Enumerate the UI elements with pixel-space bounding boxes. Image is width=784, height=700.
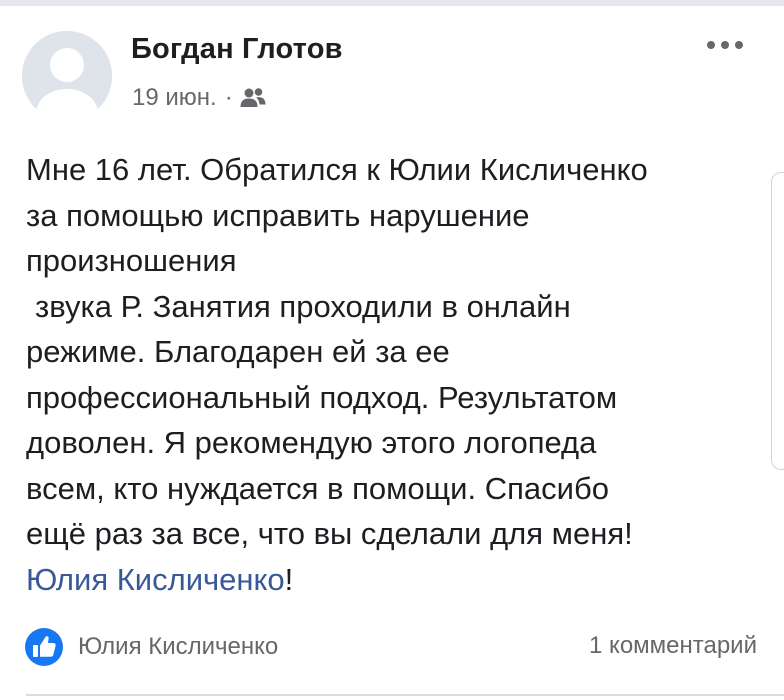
top-divider <box>0 0 784 6</box>
post-text-line: Мне 16 лет. Обратился к Юлии Кисличенко <box>26 152 648 187</box>
comments-count-link[interactable]: 1 комментарий <box>589 632 757 660</box>
bottom-divider <box>26 694 784 696</box>
post-text-line: ещё раз за все, что вы сделали для меня! <box>26 516 633 551</box>
post-text-last-line: Юлия Кисличенко! <box>26 557 762 603</box>
post-text-line: за помощью исправить нарушение <box>26 197 530 233</box>
default-avatar-icon <box>22 31 112 121</box>
reactions-summary[interactable]: Юлия Кисличенко <box>24 627 278 667</box>
side-scroll-handle[interactable] <box>771 172 784 470</box>
mention-suffix: ! <box>284 561 294 597</box>
post-text-line: звука Р. Занятия проходили в онлайн <box>35 288 571 324</box>
post-text-line: доволен. Я рекомендую этого логопеда <box>26 425 597 460</box>
post-date[interactable]: 19 июн. <box>132 84 217 112</box>
post-meta: 19 июн. · <box>132 84 267 112</box>
more-options-button[interactable] <box>700 30 750 60</box>
mention-link[interactable]: Юлия Кисличенко <box>26 562 285 597</box>
post-card: Богдан Глотов 19 июн. · Мне 16 лет. Обра… <box>0 0 784 700</box>
friends-icon <box>239 87 267 109</box>
post-text-line: режиме. Благодарен ей за ее <box>26 334 450 369</box>
post-text-line: профессиональный подход. Результатом <box>26 379 618 415</box>
avatar[interactable] <box>22 31 112 121</box>
like-icon <box>24 627 64 667</box>
post-text-line: произношения <box>26 243 237 278</box>
more-dots-icon <box>707 41 743 49</box>
author-name[interactable]: Богдан Глотов <box>131 33 343 66</box>
post-text: Мне 16 лет. Обратился к Юлии Кисличенко … <box>26 147 762 602</box>
post-text-line: всем, кто нуждается в помощи. Спасибо <box>26 470 609 506</box>
reaction-name: Юлия Кисличенко <box>78 633 279 660</box>
meta-separator: · <box>224 84 233 111</box>
